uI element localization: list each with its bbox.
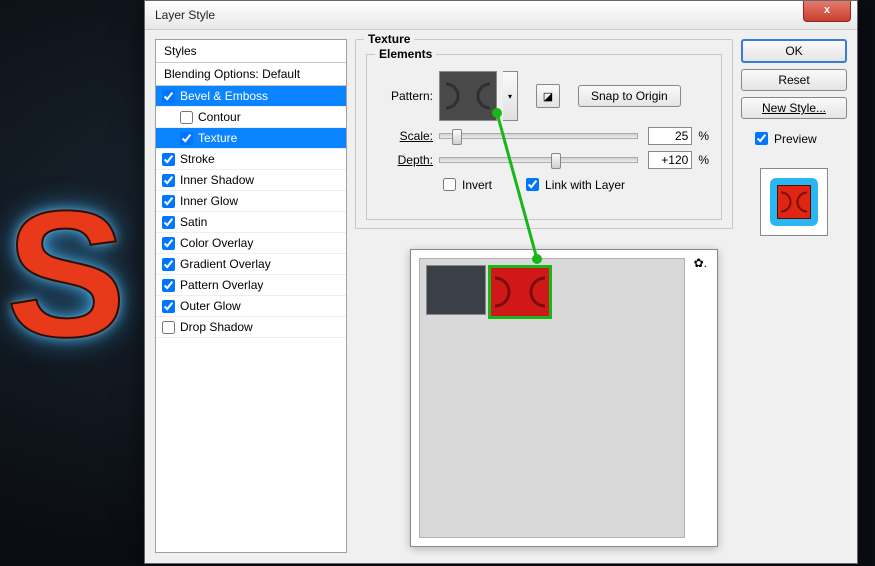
style-row-pattern-overlay[interactable]: Pattern Overlay: [156, 275, 346, 296]
style-checkbox[interactable]: [162, 258, 175, 271]
style-row-bevel-emboss[interactable]: Bevel & Emboss: [156, 86, 346, 107]
window-title: Layer Style: [155, 8, 215, 22]
scale-input[interactable]: [648, 127, 692, 145]
preview-checkbox[interactable]: Preview: [751, 129, 847, 148]
style-label: Contour: [198, 110, 241, 124]
depth-label[interactable]: Depth:: [379, 153, 433, 167]
pattern-swatch[interactable]: [439, 71, 497, 121]
depth-input[interactable]: [648, 151, 692, 169]
styles-panel: Styles Blending Options: Default Bevel &…: [155, 39, 347, 553]
gear-icon[interactable]: ✿.: [694, 256, 707, 270]
style-label: Outer Glow: [180, 299, 241, 313]
titlebar: Layer Style: [145, 1, 857, 30]
pattern-dropdown-arrow[interactable]: ▾: [503, 71, 518, 121]
style-checkbox[interactable]: [162, 321, 175, 334]
style-row-color-overlay[interactable]: Color Overlay: [156, 233, 346, 254]
invert-checkbox[interactable]: Invert: [439, 175, 492, 194]
style-row-drop-shadow[interactable]: Drop Shadow: [156, 317, 346, 338]
style-checkbox[interactable]: [162, 153, 175, 166]
style-label: Texture: [198, 131, 237, 145]
style-row-gradient-overlay[interactable]: Gradient Overlay: [156, 254, 346, 275]
style-label: Pattern Overlay: [180, 278, 263, 292]
style-label: Satin: [180, 215, 207, 229]
depth-unit: %: [698, 153, 709, 167]
scale-label[interactable]: Scale:: [379, 129, 433, 143]
style-row-texture[interactable]: Texture: [156, 128, 346, 149]
blending-options[interactable]: Blending Options: Default: [156, 63, 346, 86]
new-preset-icon[interactable]: ◪: [536, 84, 560, 108]
styles-header[interactable]: Styles: [156, 40, 346, 63]
scale-slider[interactable]: [439, 133, 638, 139]
style-row-contour[interactable]: Contour: [156, 107, 346, 128]
pattern-swatch-dark[interactable]: [426, 265, 486, 315]
depth-slider[interactable]: [439, 157, 638, 163]
style-row-inner-shadow[interactable]: Inner Shadow: [156, 170, 346, 191]
style-label: Drop Shadow: [180, 320, 253, 334]
background-letter: S: [6, 185, 146, 355]
style-label: Gradient Overlay: [180, 257, 271, 271]
elements-label: Elements: [375, 47, 436, 61]
pattern-label: Pattern:: [379, 89, 433, 103]
snap-to-origin-button[interactable]: Snap to Origin: [578, 85, 681, 107]
style-checkbox[interactable]: [162, 174, 175, 187]
style-checkbox[interactable]: [162, 300, 175, 313]
style-checkbox[interactable]: [162, 279, 175, 292]
style-checkbox[interactable]: [162, 90, 175, 103]
style-label: Bevel & Emboss: [180, 89, 268, 103]
style-row-inner-glow[interactable]: Inner Glow: [156, 191, 346, 212]
style-checkbox[interactable]: [162, 216, 175, 229]
layer-style-dialog: Layer Style x Styles Blending Options: D…: [144, 0, 858, 564]
close-button[interactable]: x: [803, 1, 851, 22]
style-checkbox[interactable]: [162, 195, 175, 208]
ok-button[interactable]: OK: [741, 39, 847, 63]
link-with-layer-checkbox[interactable]: Link with Layer: [522, 175, 625, 194]
right-column: OK Reset New Style... Preview: [741, 39, 847, 553]
style-label: Color Overlay: [180, 236, 253, 250]
preview-box: [760, 168, 828, 236]
pattern-grid[interactable]: [419, 258, 685, 538]
new-style-button[interactable]: New Style...: [741, 97, 847, 119]
reset-button[interactable]: Reset: [741, 69, 847, 91]
style-label: Inner Glow: [180, 194, 238, 208]
style-row-outer-glow[interactable]: Outer Glow: [156, 296, 346, 317]
style-row-stroke[interactable]: Stroke: [156, 149, 346, 170]
scale-unit: %: [698, 129, 709, 143]
style-checkbox[interactable]: [180, 132, 193, 145]
pattern-swatch-red-selected[interactable]: [488, 265, 552, 319]
style-checkbox[interactable]: [180, 111, 193, 124]
texture-group-label: Texture: [364, 32, 414, 46]
pattern-picker-panel: ✿.: [410, 249, 718, 547]
style-checkbox[interactable]: [162, 237, 175, 250]
style-label: Inner Shadow: [180, 173, 254, 187]
style-row-satin[interactable]: Satin: [156, 212, 346, 233]
style-label: Stroke: [180, 152, 215, 166]
